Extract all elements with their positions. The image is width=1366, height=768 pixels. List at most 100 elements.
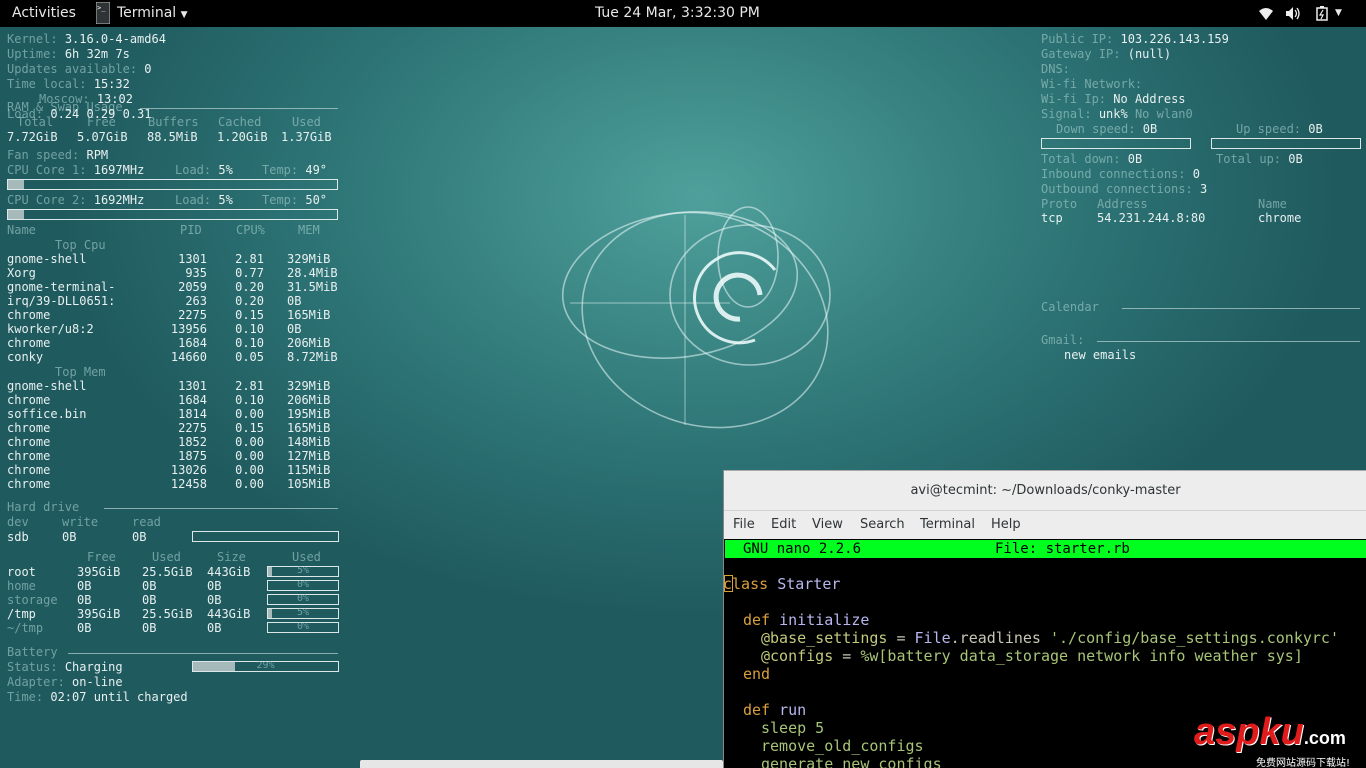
code-line: generate_new_configs — [761, 755, 942, 768]
time-local-value: 15:32 — [93, 77, 130, 91]
cpu1-load-label: Load: — [175, 163, 212, 177]
fan-label: Fan speed: — [7, 148, 80, 162]
conn-header-proto: Proto — [1041, 197, 1078, 211]
process-cpu: 2.81 — [235, 252, 264, 266]
fs-used: 0B — [142, 579, 157, 593]
menu-view[interactable]: View — [812, 517, 843, 532]
fs-size: 443GiB — [207, 607, 251, 621]
down-speed-graph — [1041, 138, 1191, 149]
process-cpu: 0.05 — [235, 350, 264, 364]
process-name: gnome-terminal- — [7, 280, 116, 294]
battery-pct: 29% — [256, 660, 275, 671]
proc-header-pid: PID — [180, 223, 202, 237]
process-mem: 115MiB — [287, 463, 331, 477]
process-pid: 1301 — [178, 379, 207, 393]
fs-free: 0B — [77, 579, 92, 593]
hd-dev: sdb — [7, 530, 29, 544]
terminal-menu-bar: File Edit View Search Terminal Help — [724, 511, 1366, 539]
fs-usage-pct: 5% — [296, 565, 310, 576]
conn-name: chrome — [1258, 211, 1302, 225]
code-line: def run — [743, 701, 806, 719]
mem-header-used: Used — [292, 115, 321, 129]
cpu1-temp-label: Temp: — [262, 163, 299, 177]
activities-button[interactable]: Activities — [12, 0, 76, 27]
process-mem: 206MiB — [287, 393, 331, 407]
kernel-value: 3.16.0-4-amd64 — [64, 32, 166, 46]
watermark-main: aspku — [1194, 711, 1304, 753]
code-keyword: def — [743, 701, 771, 719]
battery-icon[interactable] — [1315, 6, 1331, 21]
fs-size: 443GiB — [207, 565, 251, 579]
code-line: class Starter — [723, 575, 841, 593]
app-menu-button[interactable]: Terminal ▼ — [117, 0, 188, 27]
divider — [104, 508, 338, 509]
process-cpu: 0.00 — [235, 463, 264, 477]
code-class-ref: File — [914, 629, 951, 647]
process-mem: 329MiB — [287, 252, 331, 266]
menu-edit[interactable]: Edit — [771, 517, 796, 532]
signal-label: Signal: — [1041, 107, 1092, 121]
menu-search[interactable]: Search — [860, 517, 905, 532]
cpu2-bar — [7, 209, 338, 220]
code-line: remove_old_configs — [761, 737, 924, 755]
cpu2-temp: 50° — [305, 193, 328, 207]
conn-proto: tcp — [1041, 211, 1063, 225]
fs-header-used: Used — [152, 550, 181, 564]
code-class-name: Starter — [777, 575, 841, 593]
fs-size: 0B — [207, 579, 222, 593]
menu-help[interactable]: Help — [991, 517, 1021, 532]
hd-header-dev: dev — [7, 515, 29, 529]
fs-name: home — [7, 579, 36, 593]
code-line: sleep 5 — [761, 719, 825, 737]
system-menu-chevron-icon[interactable]: ▼ — [1335, 0, 1342, 27]
fs-used: 25.5GiB — [142, 607, 193, 621]
process-cpu: 0.00 — [235, 477, 264, 491]
total-down-value: 0B — [1127, 152, 1143, 166]
process-pid: 1301 — [178, 252, 207, 266]
process-pid: 2275 — [178, 308, 207, 322]
fs-header-used-pct: Used — [292, 550, 321, 564]
process-pid: 12458 — [170, 477, 207, 491]
process-cpu: 0.00 — [235, 435, 264, 449]
menu-terminal[interactable]: Terminal — [920, 517, 975, 532]
mem-cached: 1.20GiB — [217, 130, 268, 144]
process-pid: 935 — [185, 266, 207, 280]
process-pid: 1814 — [178, 407, 207, 421]
process-name: gnome-shell — [7, 252, 87, 266]
process-pid: 2059 — [178, 280, 207, 294]
code-ivar: @configs — [761, 647, 834, 665]
wifi-icon[interactable] — [1258, 6, 1274, 21]
process-name: irq/39-DLL0651: — [7, 294, 116, 308]
fs-usage-bar: 0% — [267, 621, 339, 633]
hd-activity-bar — [192, 531, 339, 542]
mem-header-cached: Cached — [218, 115, 262, 129]
cpu2-load: 5% — [218, 193, 233, 207]
adapter-label: Adapter: — [7, 675, 65, 689]
mem-total: 7.72GiB — [7, 130, 58, 144]
battery-bar: 29% — [192, 660, 339, 672]
clock[interactable]: Tue 24 Mar, 3:32:30 PM — [595, 0, 760, 27]
process-cpu: 0.10 — [235, 393, 264, 407]
process-name: chrome — [7, 336, 51, 350]
cpu1-bar-fill — [8, 180, 25, 189]
menu-file[interactable]: File — [733, 517, 755, 532]
process-cpu: 0.00 — [235, 449, 264, 463]
cpu1-temp: 49° — [305, 163, 328, 177]
process-name: chrome — [7, 463, 51, 477]
mem-header-free: Free — [87, 115, 116, 129]
mem-buffers: 88.5MiB — [147, 130, 198, 144]
process-mem: 31.5MiB — [287, 280, 338, 294]
volume-icon[interactable] — [1285, 6, 1301, 21]
gateway-label: Gateway IP: — [1041, 47, 1121, 61]
fs-name: root — [7, 565, 36, 579]
gnome-top-bar: Activities >_ Terminal ▼ Tue 24 Mar, 3:3… — [0, 0, 1366, 27]
proc-header-mem: MEM — [298, 223, 320, 237]
process-cpu: 0.77 — [235, 266, 264, 280]
process-mem: 105MiB — [287, 477, 331, 491]
terminal-title-bar[interactable]: avi@tecmint: ~/Downloads/conky-master — [724, 471, 1366, 511]
process-pid: 13026 — [170, 463, 207, 477]
fs-name: /tmp — [7, 607, 36, 621]
down-speed-value: 0B — [1142, 122, 1158, 136]
nano-filename: File: starter.rb — [995, 541, 1130, 557]
fs-used: 25.5GiB — [142, 565, 193, 579]
